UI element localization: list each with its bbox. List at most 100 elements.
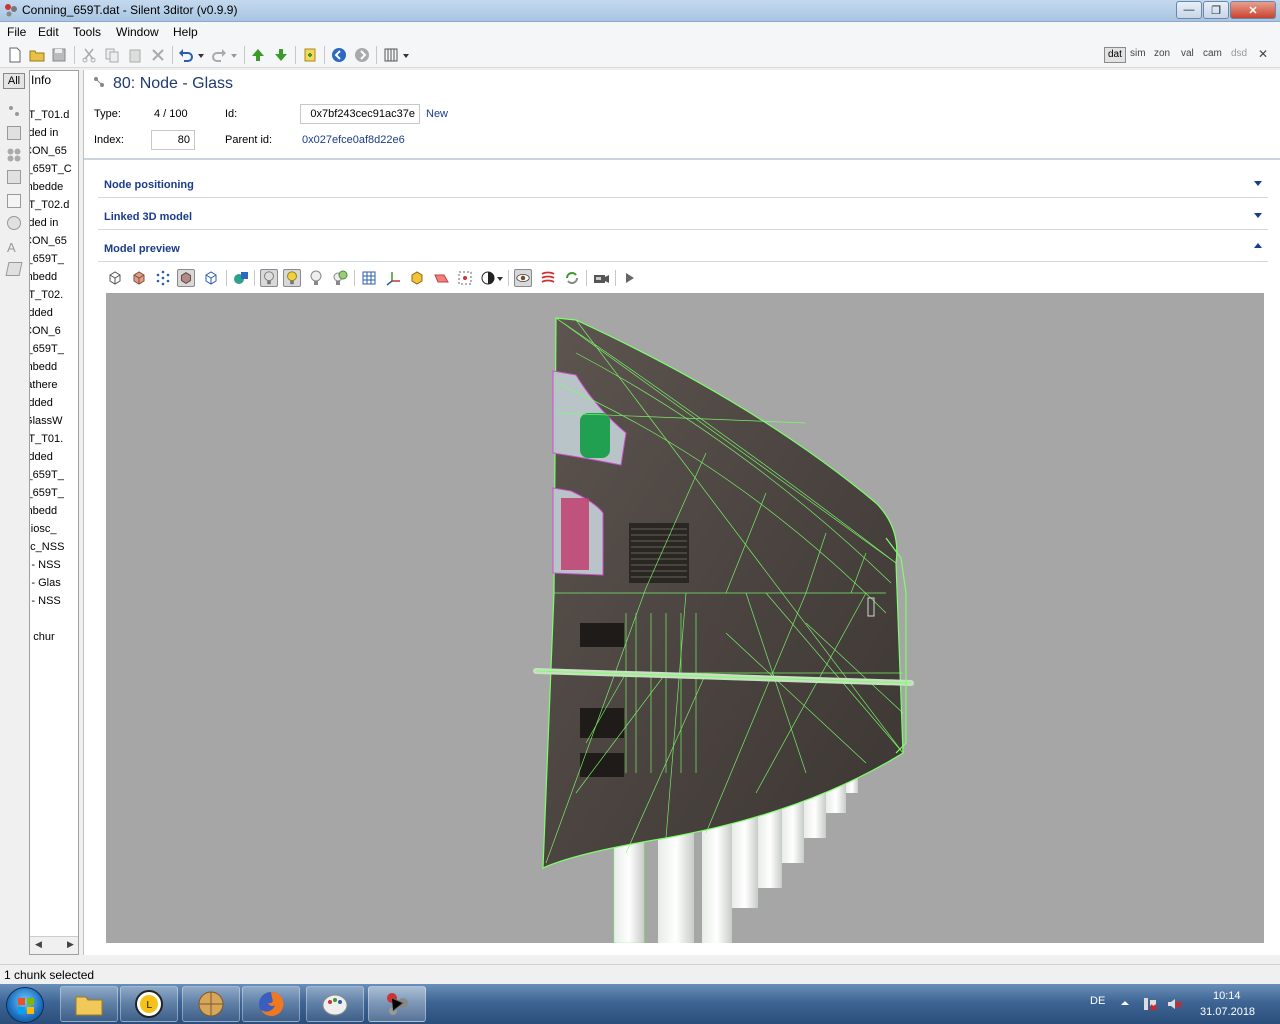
open-folder-icon[interactable]	[29, 47, 45, 63]
grid-icon[interactable]	[360, 269, 378, 287]
texture-red-icon[interactable]	[539, 269, 557, 287]
eye-icon[interactable]	[514, 269, 532, 287]
node-filter-icon[interactable]	[7, 104, 21, 118]
textured-box-icon[interactable]	[130, 269, 148, 287]
mode-val-button[interactable]: val	[1178, 47, 1197, 63]
mode-sim-button[interactable]: sim	[1127, 47, 1149, 63]
parent-id-link[interactable]: 0x027efce0af8d22e6	[302, 134, 405, 146]
tree-item[interactable]: nbedded	[30, 397, 78, 409]
taskbar-explorer[interactable]	[60, 986, 118, 1022]
tree-item[interactable]: own chur	[30, 631, 78, 643]
tree-item[interactable]: ode - NSS	[30, 595, 78, 607]
tree-item[interactable]: 659T_T01.	[30, 433, 78, 445]
chevron-down-icon[interactable]	[1254, 213, 1262, 218]
shapes-icon[interactable]	[232, 269, 250, 287]
material-filter-icon[interactable]	[7, 148, 21, 162]
tree-item[interactable]: ode - Glas	[30, 577, 78, 589]
tree-item[interactable]: Weathere	[30, 379, 78, 391]
texture-filter-icon[interactable]	[7, 170, 21, 184]
cube-yellow-icon[interactable]	[408, 269, 426, 287]
undo-dropdown-icon[interactable]	[196, 47, 206, 63]
taskbar-app-globe[interactable]	[182, 986, 240, 1022]
taskbar-silent-3ditor[interactable]	[368, 986, 426, 1022]
tree-item[interactable]: ON_659T_	[30, 487, 78, 499]
new-id-link[interactable]: New	[426, 108, 448, 120]
id-field[interactable]: 0x7bf243cec91ac37e	[300, 104, 420, 124]
select-dots-icon[interactable]	[456, 269, 474, 287]
tree-item[interactable]: R_CON_65	[30, 235, 78, 247]
chevron-up-icon[interactable]	[1254, 243, 1262, 248]
taskbar-paint[interactable]	[306, 986, 364, 1022]
font-filter-icon[interactable]: A	[7, 240, 21, 255]
tree-item[interactable]: : Embedde	[30, 181, 78, 193]
view-list-icon[interactable]	[383, 47, 399, 63]
tree-item[interactable]: ON_659T_	[30, 469, 78, 481]
insert-icon[interactable]	[302, 47, 318, 63]
info-tab[interactable]: Info	[31, 73, 51, 87]
tree-item[interactable]: : Embedd	[30, 505, 78, 517]
clock-time[interactable]: 10:14	[1213, 990, 1241, 1002]
model-preview-viewport[interactable]	[106, 293, 1264, 943]
tree-item[interactable]: ON_659T_	[30, 343, 78, 355]
start-button[interactable]	[6, 987, 44, 1023]
menu-file[interactable]: File	[7, 25, 26, 39]
menu-tools[interactable]: Tools	[73, 25, 101, 39]
index-field[interactable]: 80	[151, 130, 195, 150]
mode-dat-button[interactable]: dat	[1104, 47, 1126, 63]
redo-dropdown-icon[interactable]	[229, 47, 239, 63]
menu-edit[interactable]: Edit	[38, 25, 59, 39]
tree-item[interactable]: ode - NSS	[30, 559, 78, 571]
mode-dsd-button[interactable]: dsd	[1228, 47, 1250, 63]
new-file-icon[interactable]	[7, 47, 23, 63]
vertices-icon[interactable]	[154, 269, 172, 287]
save-icon[interactable]	[51, 47, 67, 63]
tree-item[interactable]: hiosc_NSS	[30, 541, 78, 553]
shape-filter-icon[interactable]	[5, 262, 23, 276]
tree-item[interactable]: 659T_T02.d	[30, 199, 78, 211]
mode-cam-button[interactable]: cam	[1200, 47, 1225, 63]
tree-item[interactable]: bedded in	[30, 127, 78, 139]
scroll-left-icon[interactable]: ◀	[35, 939, 42, 950]
tree-item[interactable]: : Embedd	[30, 271, 78, 283]
section-model-preview[interactable]: Model preview	[98, 236, 1268, 262]
close-button[interactable]: ✕	[1230, 1, 1276, 19]
taskbar-firefox[interactable]	[242, 986, 300, 1022]
tree-item[interactable]: 659T_T02.	[30, 289, 78, 301]
tree-item[interactable]: R_GlassW	[30, 415, 78, 427]
move-down-icon[interactable]	[273, 47, 289, 63]
plane-red-icon[interactable]	[432, 269, 450, 287]
bulb-icon[interactable]	[307, 269, 325, 287]
forward-icon[interactable]	[354, 47, 370, 63]
clock-date[interactable]: 31.07.2018	[1200, 1006, 1255, 1018]
section-node-positioning[interactable]: Node positioning	[98, 172, 1268, 198]
tree-item[interactable]: ON_659T_	[30, 253, 78, 265]
tree-item[interactable]: ON_659T_C	[30, 163, 78, 175]
tree-item[interactable]: bedded in	[30, 217, 78, 229]
shading-dropdown-icon[interactable]	[480, 269, 504, 287]
axes-icon[interactable]	[384, 269, 402, 287]
bulb-multi-icon[interactable]	[331, 269, 349, 287]
taskbar-app-ld[interactable]: L	[120, 986, 178, 1022]
tree-item[interactable]: - Chiosc_	[30, 523, 78, 535]
move-up-icon[interactable]	[250, 47, 266, 63]
chevron-down-icon[interactable]	[1254, 181, 1262, 186]
paste-icon[interactable]	[127, 47, 143, 63]
copy-icon[interactable]	[104, 47, 120, 63]
section-linked-3d-model[interactable]: Linked 3D model	[98, 204, 1268, 230]
redo-icon[interactable]	[211, 47, 227, 63]
light-on-icon[interactable]	[260, 269, 278, 287]
tree-item[interactable]: 659T_T01.d	[30, 109, 78, 121]
language-indicator[interactable]: DE	[1090, 995, 1105, 1007]
tray-expand-icon[interactable]	[1120, 998, 1130, 1008]
document-filter-icon[interactable]	[7, 194, 21, 208]
tree-item[interactable]: R_CON_6	[30, 325, 78, 337]
close-document-button[interactable]: ✕	[1255, 46, 1271, 62]
view-dropdown-icon[interactable]	[401, 47, 411, 63]
tree-item[interactable]: R_CON_65	[30, 145, 78, 157]
delete-icon[interactable]	[150, 47, 166, 63]
camera-icon[interactable]	[592, 269, 610, 287]
box-icon[interactable]	[106, 269, 124, 287]
tree-item[interactable]: nbedded	[30, 307, 78, 319]
wire-box-icon[interactable]	[202, 269, 220, 287]
tree-item[interactable]: nbedded	[30, 451, 78, 463]
